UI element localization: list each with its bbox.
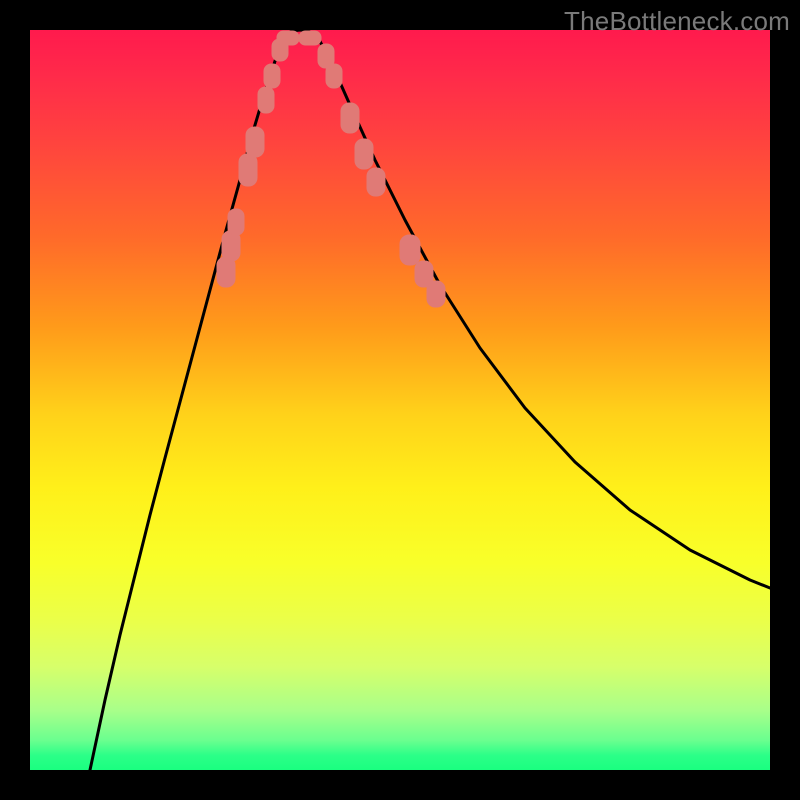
highlight-marker: [239, 154, 257, 186]
highlight-marker: [258, 87, 274, 113]
highlight-marker: [400, 235, 420, 265]
highlight-marker: [277, 31, 299, 45]
highlight-marker: [299, 31, 321, 45]
highlight-marker: [326, 64, 342, 88]
highlight-marker: [355, 139, 373, 169]
watermark-text: TheBottleneck.com: [564, 6, 790, 37]
highlight-marker: [222, 231, 240, 261]
bottleneck-curve: [90, 30, 770, 770]
highlight-marker: [228, 209, 244, 235]
highlight-marker: [264, 64, 280, 88]
curve-svg: [30, 30, 770, 770]
highlight-marker: [367, 168, 385, 196]
highlight-marker: [427, 281, 445, 307]
plot-area: [30, 30, 770, 770]
chart-frame: TheBottleneck.com: [0, 0, 800, 800]
highlight-marker: [341, 103, 359, 133]
highlight-marker: [217, 257, 235, 287]
highlight-markers: [217, 31, 445, 307]
highlight-marker: [246, 127, 264, 157]
